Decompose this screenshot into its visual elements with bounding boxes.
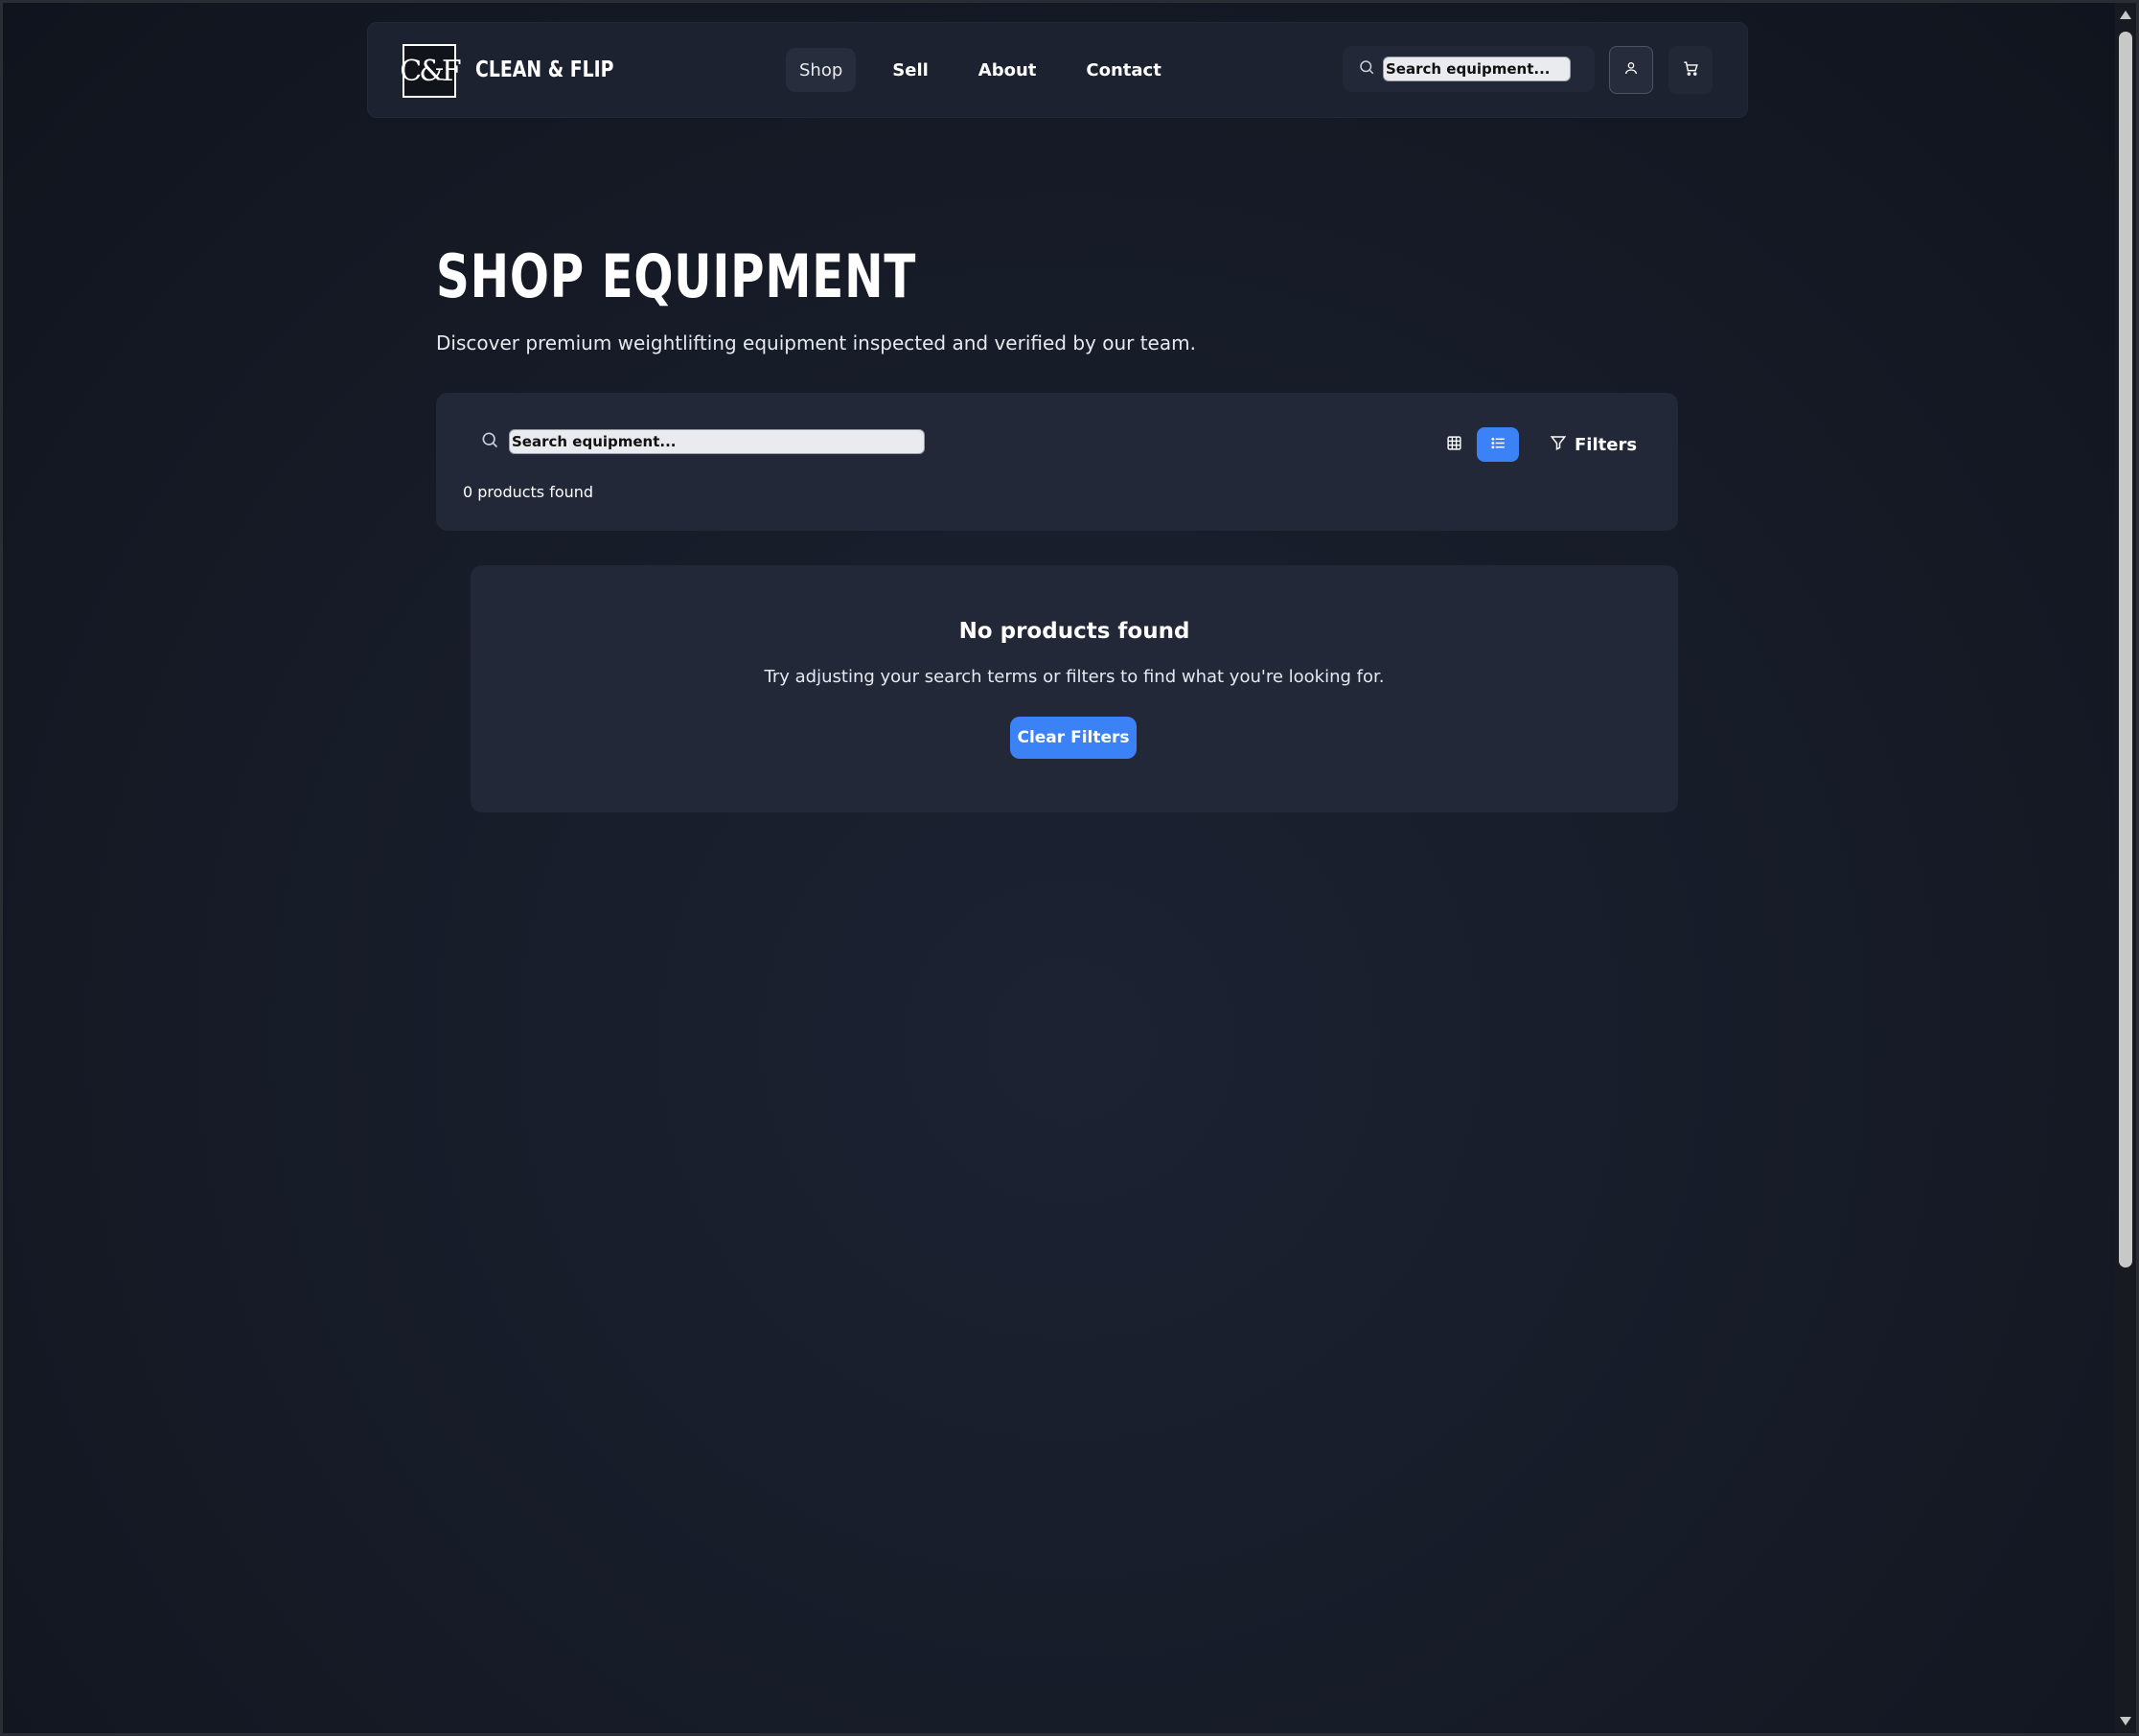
product-search[interactable]: Search equipment...	[480, 429, 925, 454]
list-view-button[interactable]	[1477, 427, 1519, 462]
search-icon	[1358, 58, 1375, 80]
nav-item-shop[interactable]: Shop	[786, 48, 857, 92]
filters-button[interactable]: Filters	[1538, 427, 1648, 462]
scrollbar[interactable]	[2115, 3, 2136, 1733]
scroll-down-arrow[interactable]	[2120, 1717, 2131, 1725]
scroll-thumb[interactable]	[2119, 32, 2132, 1268]
grid-view-button[interactable]	[1437, 427, 1471, 462]
header-search[interactable]: Search equipment...	[1343, 46, 1595, 92]
list-icon	[1490, 435, 1506, 455]
page-subtitle: Discover premium weightlifting equipment…	[436, 331, 1196, 354]
clear-filters-button[interactable]: Clear Filters	[1010, 717, 1137, 759]
results-count: 0 products found	[463, 483, 594, 501]
header-search-input[interactable]: Search equipment...	[1383, 57, 1571, 81]
logo[interactable]: C&F	[400, 44, 462, 98]
empty-state: No products found Try adjusting your sea…	[471, 565, 1678, 812]
nav-item-contact[interactable]: Contact	[1072, 48, 1174, 92]
user-icon	[1623, 60, 1639, 80]
cart-icon	[1683, 60, 1699, 80]
main-nav: Shop Sell About Contact	[786, 48, 1198, 92]
page-title: SHOP EQUIPMENT	[436, 241, 917, 311]
empty-state-title: No products found	[958, 619, 1190, 644]
browser-frame	[0, 0, 2139, 1736]
account-button[interactable]	[1609, 46, 1653, 94]
nav-item-about[interactable]: About	[965, 48, 1050, 92]
scroll-up-arrow[interactable]	[2120, 11, 2131, 19]
nav-item-sell[interactable]: Sell	[879, 48, 942, 92]
product-search-input[interactable]: Search equipment...	[509, 429, 925, 454]
empty-state-description: Try adjusting your search terms or filte…	[764, 667, 1385, 687]
brand-name[interactable]: CLEAN & FLIP	[475, 57, 613, 82]
filters-label: Filters	[1575, 434, 1638, 455]
search-toolbar: Search equipment... 0 products found Fil…	[436, 393, 1678, 531]
search-icon	[480, 430, 499, 453]
filter-icon	[1550, 434, 1567, 456]
cart-button[interactable]	[1668, 46, 1713, 94]
site-header: C&F CLEAN & FLIP Shop Sell About Contact…	[367, 22, 1748, 118]
grid-icon	[1446, 435, 1462, 455]
